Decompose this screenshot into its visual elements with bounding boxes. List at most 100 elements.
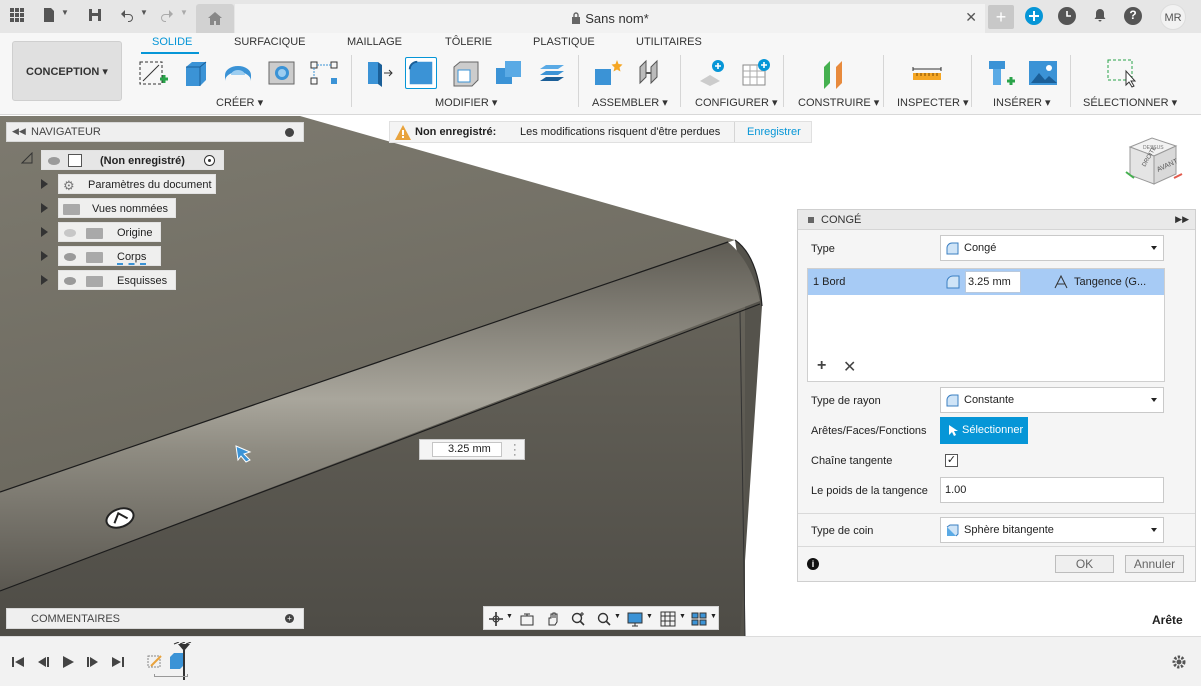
file-menu-chevron-down-icon[interactable]: ▼: [61, 8, 69, 17]
hole-icon[interactable]: [266, 57, 298, 89]
press-pull-icon[interactable]: [362, 57, 394, 89]
edge-continuity-dropdown[interactable]: Tangence (G...: [1074, 276, 1146, 288]
configuration-table-icon[interactable]: [740, 57, 772, 89]
user-avatar[interactable]: MR: [1160, 4, 1186, 30]
display-settings-icon[interactable]: [627, 611, 643, 627]
shell-icon[interactable]: [450, 57, 482, 89]
save-link[interactable]: Enregistrer: [747, 126, 801, 138]
revolve-icon[interactable]: [222, 57, 254, 89]
navigator-item-sketches[interactable]: Esquisses: [58, 270, 176, 290]
fillet-icon[interactable]: [405, 57, 437, 89]
viewports-icon[interactable]: [691, 611, 707, 627]
configure-icon[interactable]: [696, 57, 728, 89]
fillet-dialog-header[interactable]: CONGÉ ▶▶: [798, 210, 1195, 230]
select-edges-button[interactable]: Sélectionner: [940, 417, 1028, 444]
zoom-icon[interactable]: [570, 611, 586, 627]
job-status-clock-icon[interactable]: [1058, 7, 1076, 25]
split-body-icon[interactable]: [536, 57, 568, 89]
tree-expand-icon[interactable]: [41, 275, 48, 285]
offset-plane-icon[interactable]: [818, 57, 850, 89]
tab-surfacique[interactable]: SURFACIQUE: [234, 36, 306, 48]
table-row[interactable]: 1 Bord 3.25 mm Tangence (G...: [808, 269, 1164, 295]
info-icon[interactable]: i: [807, 558, 819, 570]
add-comment-icon[interactable]: +: [285, 614, 294, 623]
cancel-button[interactable]: Annuler: [1125, 555, 1184, 573]
group-modifier[interactable]: MODIFIER ▾: [435, 96, 497, 109]
viewports-chevron-down-icon[interactable]: ▼: [710, 613, 717, 620]
add-edge-set-icon[interactable]: +: [817, 357, 826, 375]
collapse-square-icon[interactable]: [808, 217, 814, 223]
tree-expand-icon[interactable]: [41, 179, 48, 189]
select-window-icon[interactable]: [1106, 57, 1138, 89]
app-grid-icon[interactable]: [8, 7, 26, 25]
view-cube[interactable]: DROITE AVANT DESSUS: [1120, 132, 1190, 195]
create-sketch-icon[interactable]: [137, 57, 169, 89]
undo-chevron-down-icon[interactable]: ▼: [140, 8, 148, 17]
save-icon[interactable]: [86, 7, 104, 25]
fillet-type-dropdown[interactable]: Congé: [940, 235, 1164, 261]
tab-solide[interactable]: SOLIDE: [152, 36, 192, 48]
fit-icon[interactable]: [596, 611, 612, 627]
insert-mcmaster-bolt-icon[interactable]: [985, 57, 1017, 89]
tab-utilitaires[interactable]: UTILITAIRES: [636, 36, 702, 48]
timeline-sketch-feature-icon[interactable]: [146, 652, 164, 670]
ok-button[interactable]: OK: [1055, 555, 1114, 573]
new-tab-plus-icon[interactable]: +: [988, 5, 1014, 29]
pattern-icon[interactable]: [308, 57, 340, 89]
orbit-chevron-down-icon[interactable]: ▼: [506, 613, 513, 620]
tangent-chain-checkbox[interactable]: ✓: [945, 454, 958, 467]
orbit-icon[interactable]: [488, 611, 504, 627]
expand-panel-icon[interactable]: ▶▶: [1175, 214, 1189, 225]
timeline-last-icon[interactable]: [111, 655, 125, 669]
group-inspecter[interactable]: INSPECTER ▾: [897, 96, 969, 109]
tree-expanded-triangle-icon[interactable]: [21, 152, 33, 164]
extensions-icon[interactable]: [1025, 7, 1043, 25]
tree-expand-icon[interactable]: [41, 203, 48, 213]
joint-icon[interactable]: [635, 57, 667, 89]
remove-edge-set-icon[interactable]: ✕: [843, 357, 856, 377]
grid-settings-icon[interactable]: [660, 611, 676, 627]
document-tab[interactable]: Sans nom* ✕: [235, 4, 985, 33]
timeline-previous-icon[interactable]: [36, 655, 50, 669]
measure-icon[interactable]: [911, 57, 943, 89]
hidden-eye-icon[interactable]: [64, 229, 76, 237]
activate-radio-icon[interactable]: [204, 155, 215, 166]
more-options-icon[interactable]: · · ·: [513, 440, 517, 461]
tab-tolerie[interactable]: TÔLERIE: [445, 36, 492, 48]
navigator-root-node[interactable]: (Non enregistré): [41, 150, 224, 170]
redo-chevron-down-icon[interactable]: ▼: [180, 8, 188, 17]
visibility-eye-icon[interactable]: [64, 253, 76, 261]
timeline-settings-gear-icon[interactable]: [1171, 654, 1187, 670]
navigator-item-document-settings[interactable]: ⚙ Paramètres du document: [58, 174, 216, 194]
timeline-first-icon[interactable]: [11, 655, 25, 669]
group-creer[interactable]: CRÉER ▾: [216, 96, 263, 109]
tab-plastique[interactable]: PLASTIQUE: [533, 36, 595, 48]
edge-radius-input[interactable]: 3.25 mm: [965, 271, 1021, 293]
group-configurer[interactable]: CONFIGURER ▾: [695, 96, 778, 109]
navigator-header[interactable]: ◀◀ NAVIGATEUR: [6, 122, 304, 142]
workspace-switcher[interactable]: CONCEPTION ▾: [12, 41, 122, 101]
group-construire[interactable]: CONSTRUIRE ▾: [798, 96, 879, 109]
visibility-eye-icon[interactable]: [48, 157, 60, 165]
redo-icon[interactable]: [158, 7, 176, 25]
combine-icon[interactable]: [493, 57, 525, 89]
display-chevron-down-icon[interactable]: ▼: [646, 613, 653, 620]
home-tab[interactable]: [196, 4, 234, 33]
look-at-icon[interactable]: [519, 611, 535, 627]
navigator-item-bodies[interactable]: Corps: [58, 246, 161, 266]
tree-expand-icon[interactable]: [41, 251, 48, 261]
tangent-weight-input[interactable]: 1.00: [940, 477, 1164, 503]
comments-panel[interactable]: COMMENTAIRES +: [6, 608, 304, 629]
extrude-icon[interactable]: [180, 57, 212, 89]
grid-chevron-down-icon[interactable]: ▼: [679, 613, 686, 620]
new-component-icon[interactable]: [591, 57, 623, 89]
pan-hand-icon[interactable]: [545, 611, 561, 627]
tab-maillage[interactable]: MAILLAGE: [347, 36, 402, 48]
navigator-item-named-views[interactable]: Vues nommées: [58, 198, 176, 218]
navigator-item-origin[interactable]: Origine: [58, 222, 161, 242]
collapse-left-icon[interactable]: ◀◀: [12, 126, 26, 137]
corner-type-dropdown[interactable]: Sphère bitangente: [940, 517, 1164, 543]
group-assembler[interactable]: ASSEMBLER ▾: [592, 96, 668, 109]
radius-dimension-field[interactable]: 3.25 mm: [432, 442, 502, 457]
notifications-bell-icon[interactable]: [1091, 7, 1109, 25]
